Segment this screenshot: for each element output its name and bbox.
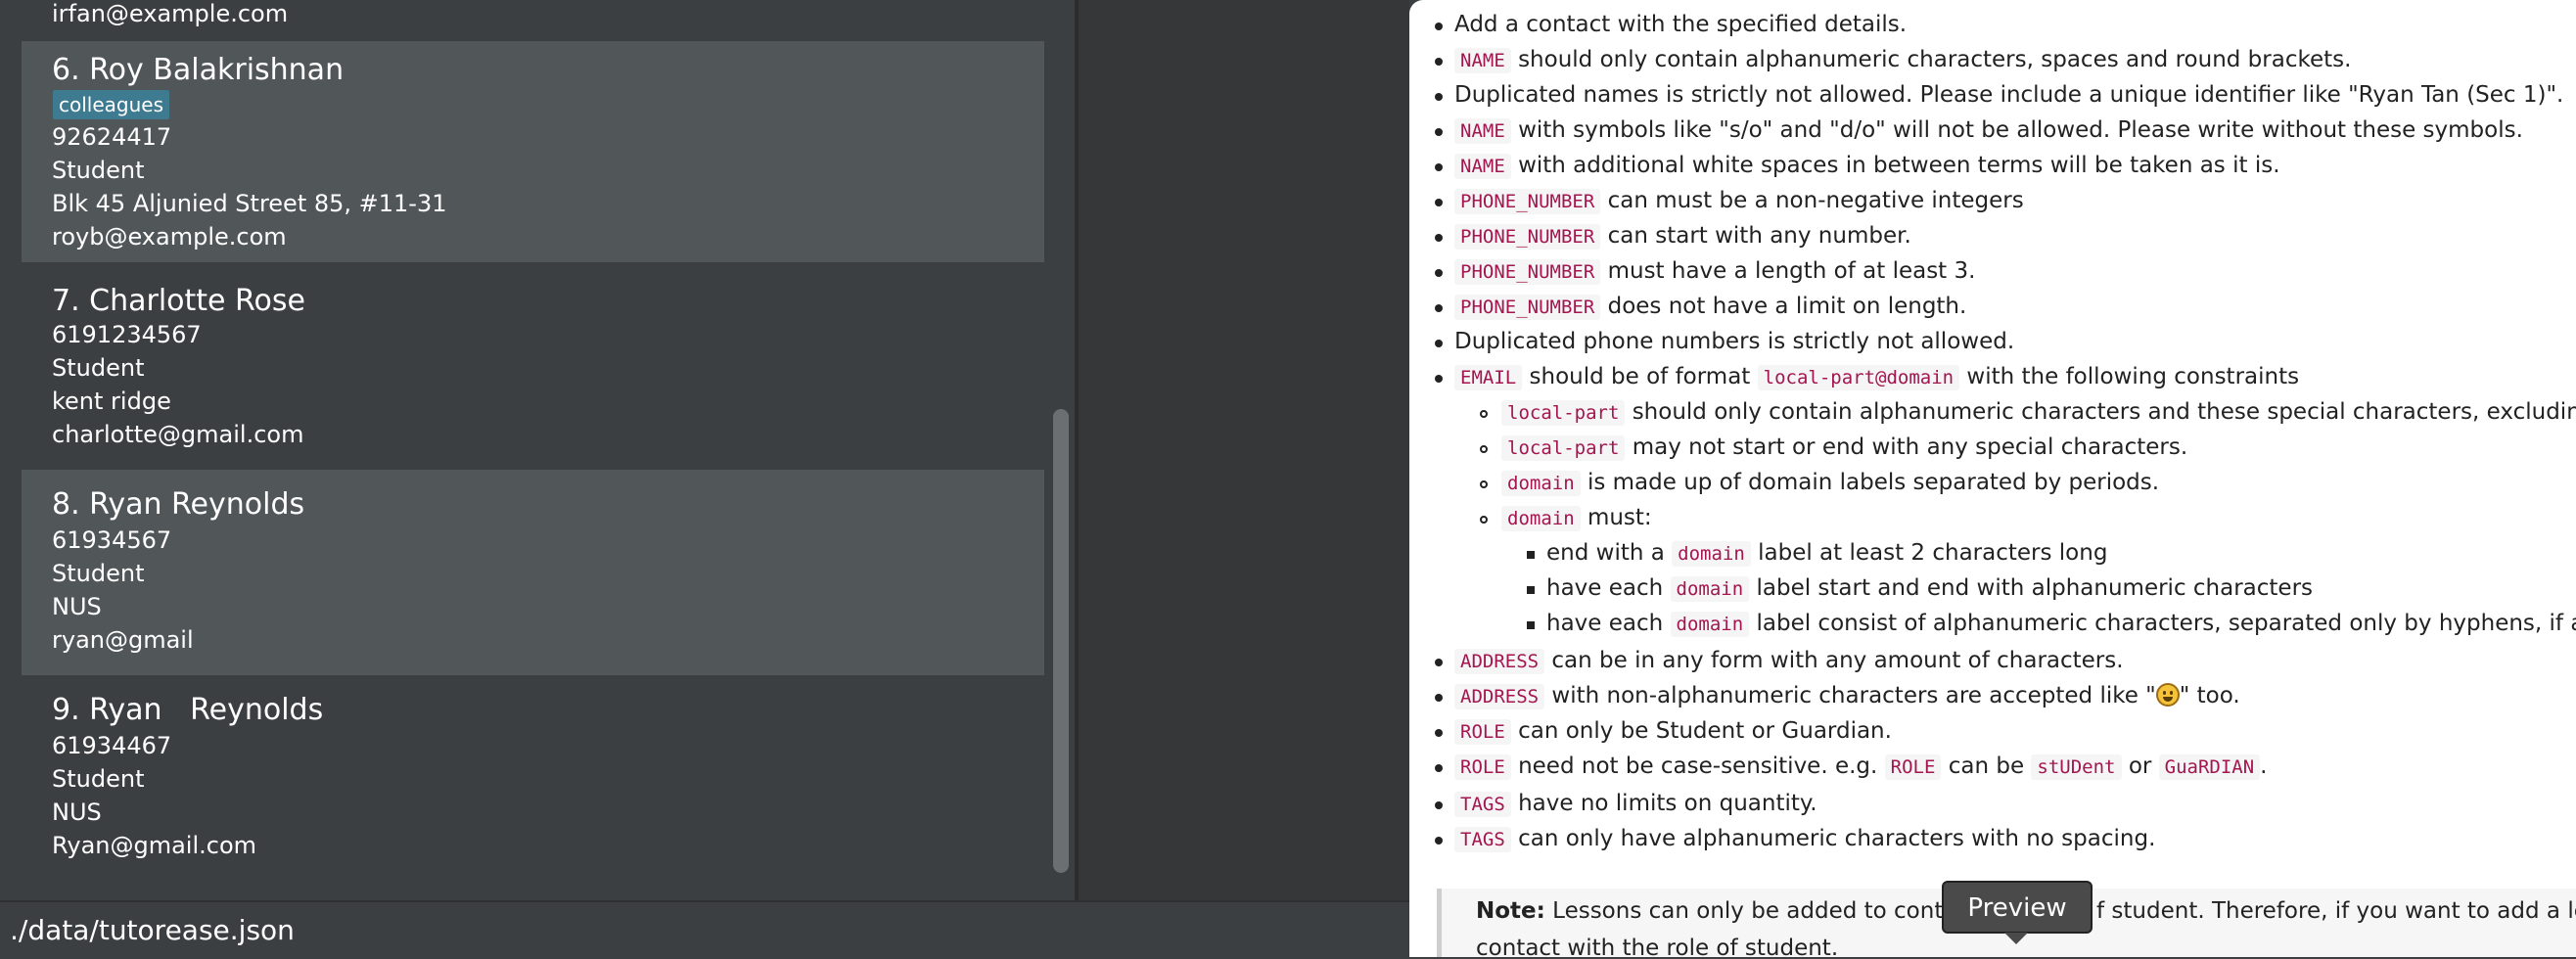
code-domain: domain bbox=[1501, 506, 1581, 531]
list-item[interactable]: 7. Charlotte Rose 6191234567 Student ken… bbox=[22, 264, 1044, 468]
help-text: should be of format bbox=[1529, 364, 1751, 389]
status-bar: ./data/tutorease.json bbox=[0, 900, 1409, 959]
contact-phone: 61934567 bbox=[52, 526, 172, 554]
help-document[interactable]: Add a contact with the specified details… bbox=[1409, 0, 2576, 957]
help-text: can be in any form with any amount of ch… bbox=[1551, 648, 2124, 673]
help-text: have each bbox=[1546, 611, 1664, 636]
contact-address: NUS bbox=[52, 593, 102, 620]
code-name: NAME bbox=[1454, 48, 1511, 73]
help-text: is made up of domain labels separated by… bbox=[1587, 470, 2160, 495]
data-file-path: ./data/tutorease.json bbox=[10, 914, 295, 946]
code-address: ADDRESS bbox=[1454, 649, 1545, 674]
help-text: or bbox=[2128, 754, 2152, 779]
help-text: label at least 2 characters long bbox=[1758, 540, 2108, 566]
help-text: need not be case-sensitive. e.g. bbox=[1518, 754, 1878, 779]
note-label: Note: bbox=[1476, 898, 1545, 924]
note-text: contact with the role of student. bbox=[1476, 936, 1839, 957]
help-text: must: bbox=[1587, 505, 1652, 530]
help-text: Add a contact with the specified details… bbox=[1454, 12, 1908, 37]
code-domain: domain bbox=[1672, 541, 1751, 567]
tag-badge: colleagues bbox=[53, 90, 170, 119]
contact-name: 9. Ryan Reynolds bbox=[52, 693, 324, 727]
contact-name: 7. Charlotte Rose bbox=[52, 284, 305, 318]
code-email: EMAIL bbox=[1454, 365, 1523, 390]
contact-role: Student bbox=[52, 157, 145, 184]
help-text: can must be a non-negative integers bbox=[1607, 188, 2024, 213]
code-domain: domain bbox=[1670, 576, 1750, 602]
contact-email: charlotte@gmail.com bbox=[52, 421, 304, 448]
empty-panel bbox=[1079, 0, 1409, 900]
list-item[interactable]: 9. Ryan Reynolds 61934467 Student NUS Ry… bbox=[22, 677, 1044, 883]
help-text: with additional white spaces in between … bbox=[1518, 153, 2280, 178]
code-role: ROLE bbox=[1454, 754, 1511, 780]
help-text: label start and end with alphanumeric ch… bbox=[1756, 575, 2314, 601]
help-text: should only contain alphanumeric charact… bbox=[1632, 399, 2576, 425]
preview-tooltip: Preview bbox=[1942, 881, 2093, 944]
scrollbar-thumb[interactable] bbox=[1053, 409, 1069, 873]
help-text: should only contain alphanumeric charact… bbox=[1518, 47, 2352, 72]
help-text: with non-alphanumeric characters are acc… bbox=[1551, 683, 2156, 708]
list-item[interactable]: irfan@example.com bbox=[22, 0, 1044, 39]
code-local-part: local-part bbox=[1501, 435, 1626, 461]
help-text: with symbols like "s/o" and "d/o" will n… bbox=[1518, 117, 2523, 143]
grinning-face-icon bbox=[2155, 683, 2180, 707]
tutorease-app-window: irfan@example.com 6. Roy Balakrishnan co… bbox=[0, 0, 1409, 959]
contact-name: 8. Ryan Reynolds bbox=[52, 487, 305, 522]
code-phone: PHONE_NUMBER bbox=[1454, 224, 1601, 250]
note-text: f student. Therefore, if you want to add… bbox=[2096, 898, 2576, 924]
help-text: with the following constraints bbox=[1966, 364, 2300, 389]
list-item[interactable]: 6. Roy Balakrishnan colleagues 92624417 … bbox=[22, 41, 1044, 262]
contact-address: kent ridge bbox=[52, 388, 171, 415]
code-name: NAME bbox=[1454, 118, 1511, 144]
help-text: must have a length of at least 3. bbox=[1607, 258, 1976, 284]
contact-role: Student bbox=[52, 354, 145, 382]
code-phone: PHONE_NUMBER bbox=[1454, 189, 1601, 214]
contact-address: Blk 45 Aljunied Street 85, #11-31 bbox=[52, 190, 447, 217]
code-phone: PHONE_NUMBER bbox=[1454, 295, 1601, 320]
help-text: can be bbox=[1948, 754, 2025, 779]
code-role: ROLE bbox=[1884, 754, 1942, 780]
help-text: . bbox=[2260, 754, 2268, 779]
help-text: Duplicated names is strictly not allowed… bbox=[1454, 82, 2564, 108]
help-text: label consist of alphanumeric characters… bbox=[1756, 611, 2576, 636]
contact-list[interactable]: irfan@example.com 6. Roy Balakrishnan co… bbox=[0, 0, 1079, 900]
contact-email: royb@example.com bbox=[52, 223, 287, 251]
code-role: ROLE bbox=[1454, 719, 1511, 745]
code-local-part: local-part bbox=[1501, 400, 1626, 426]
list-item[interactable]: 8. Ryan Reynolds 61934567 Student NUS ry… bbox=[22, 470, 1044, 675]
contact-role: Student bbox=[52, 560, 145, 587]
help-text: have no limits on quantity. bbox=[1518, 791, 1817, 816]
code-domain: domain bbox=[1670, 612, 1750, 637]
contact-phone: 92624417 bbox=[52, 123, 172, 151]
help-text: can start with any number. bbox=[1607, 223, 1911, 249]
help-text: may not start or end with any special ch… bbox=[1632, 434, 2188, 460]
contact-phone: 6191234567 bbox=[52, 321, 202, 348]
help-text: " too. bbox=[2179, 683, 2240, 708]
contact-phone: 61934467 bbox=[52, 732, 172, 759]
contact-name: 6. Roy Balakrishnan bbox=[52, 53, 345, 87]
contact-email: irfan@example.com bbox=[52, 0, 289, 27]
code-email-format: local-part@domain bbox=[1757, 365, 1960, 390]
code-phone: PHONE_NUMBER bbox=[1454, 259, 1601, 285]
contact-role: Student bbox=[52, 765, 145, 793]
contact-address: NUS bbox=[52, 799, 102, 826]
code-guardian: GuaRDIAN bbox=[2158, 754, 2261, 780]
code-address: ADDRESS bbox=[1454, 684, 1545, 709]
contact-email: Ryan@gmail.com bbox=[52, 832, 257, 859]
help-text: does not have a limit on length. bbox=[1607, 294, 1967, 319]
help-text: have each bbox=[1546, 575, 1664, 601]
help-text: can only be Student or Guardian. bbox=[1518, 718, 1892, 744]
code-tags: TAGS bbox=[1454, 827, 1511, 852]
note-text: Note: Lessons can only be added to conta… bbox=[1476, 898, 1990, 924]
contact-email: ryan@gmail bbox=[52, 626, 194, 654]
help-text: Lessons can only be added to contacts bbox=[1552, 898, 1991, 924]
code-domain: domain bbox=[1501, 471, 1581, 496]
code-student: stUDent bbox=[2031, 754, 2122, 780]
help-text: end with a bbox=[1546, 540, 1665, 566]
help-text: can only have alphanumeric characters wi… bbox=[1518, 826, 2156, 851]
code-tags: TAGS bbox=[1454, 792, 1511, 817]
help-text: Duplicated phone numbers is strictly not… bbox=[1454, 329, 2015, 354]
code-name: NAME bbox=[1454, 154, 1511, 179]
